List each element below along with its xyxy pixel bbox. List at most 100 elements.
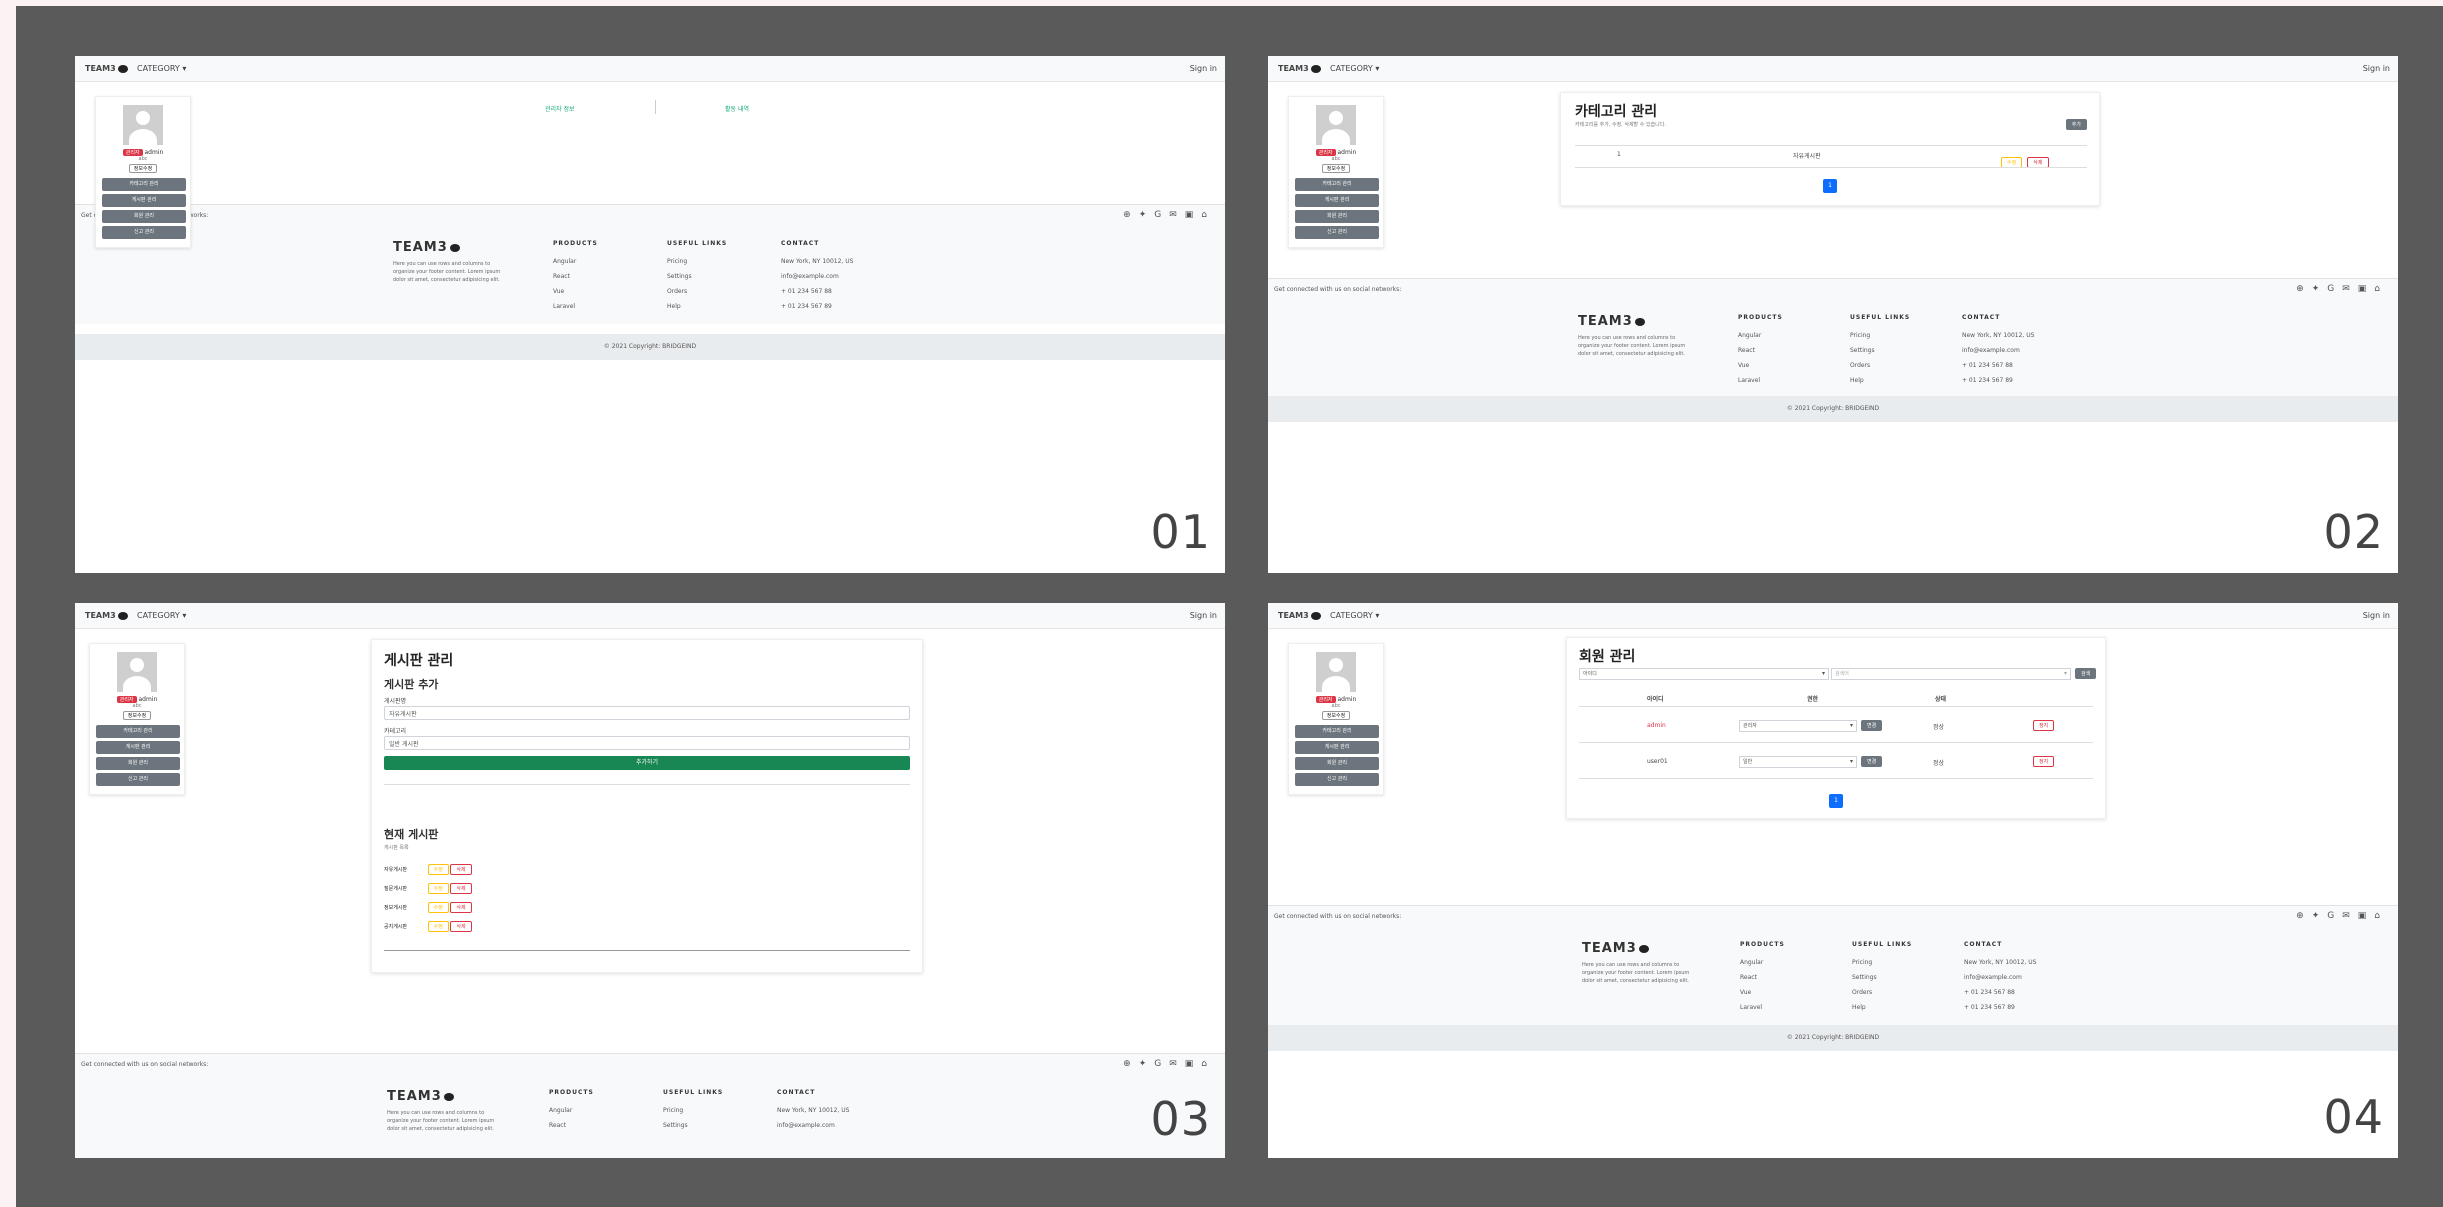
tab-admin-info[interactable]: 관리자 정보 [545, 104, 575, 113]
footer-link[interactable]: Settings [1850, 343, 1910, 358]
sidebar-item-board[interactable]: 게시판 관리 [1295, 741, 1379, 754]
social-icons[interactable]: ⊕✦G✉▣⌂ [1123, 210, 1215, 220]
nav-brand[interactable]: TEAM3 [85, 64, 128, 73]
tab-activity[interactable]: 활동 내역 [725, 104, 749, 113]
change-role-button[interactable]: 변경 [1861, 720, 1883, 731]
sidebar-item-category[interactable]: 카테고리 관리 [1295, 725, 1379, 738]
footer-link[interactable]: Vue [553, 284, 598, 299]
footer-social-text: Get connected with us on social networks… [1274, 286, 1402, 293]
footer-link[interactable]: Pricing [663, 1103, 723, 1118]
footer-link[interactable]: React [553, 269, 598, 284]
add-category-button[interactable]: 추가 [2065, 119, 2087, 130]
footer-link[interactable]: Settings [663, 1118, 723, 1133]
delete-board-button[interactable]: 삭제 [450, 883, 472, 894]
footer: TEAM3 Here you can use rows and columns … [1268, 300, 2398, 396]
footer-link[interactable]: Settings [667, 269, 727, 284]
footer-link[interactable]: Angular [1740, 955, 1785, 970]
delete-board-button[interactable]: 삭제 [450, 921, 472, 932]
pagination-page[interactable]: 1 [1823, 179, 1837, 193]
sidebar-item-reports[interactable]: 신고 관리 [102, 226, 186, 239]
sidebar-item-reports[interactable]: 신고 관리 [96, 773, 180, 786]
sidebar-item-category[interactable]: 카테고리 관리 [102, 178, 186, 191]
edit-board-button[interactable]: 수정 [427, 921, 449, 932]
delete-board-button[interactable]: 삭제 [450, 902, 472, 913]
ban-member-button[interactable]: 정지 [2033, 720, 2055, 731]
ban-member-button[interactable]: 정지 [2033, 756, 2055, 767]
nav-signin-link[interactable]: Sign in [1190, 64, 1217, 73]
sidebar-item-category[interactable]: 카테고리 관리 [96, 725, 180, 738]
nav-category-dropdown[interactable]: CATEGORY ▾ [1330, 64, 1379, 73]
footer-link[interactable]: Orders [1852, 985, 1912, 1000]
sidebar-item-members[interactable]: 회원 관리 [1295, 210, 1379, 223]
edit-profile-button[interactable]: 정보수정 [1321, 711, 1351, 720]
search-button[interactable]: 검색 [2075, 668, 2097, 679]
edit-profile-button[interactable]: 정보수정 [1321, 164, 1351, 173]
nav-brand[interactable]: TEAM3 [1278, 611, 1321, 620]
nav-brand[interactable]: TEAM3 [1278, 64, 1321, 73]
footer-link[interactable]: Laravel [553, 299, 598, 314]
footer-useful-links: USEFUL LINKS Pricing Settings Orders Hel… [1850, 310, 1910, 388]
social-icons[interactable]: ⊕✦G✉▣⌂ [2296, 284, 2388, 294]
chat-icon [1310, 64, 1321, 73]
board-name-input[interactable]: 자유게시판 [384, 706, 910, 720]
footer-link[interactable]: Orders [1850, 358, 1910, 373]
footer-link[interactable]: Vue [1740, 985, 1785, 1000]
footer-link[interactable]: Angular [553, 254, 598, 269]
sidebar-item-category[interactable]: 카테고리 관리 [1295, 178, 1379, 191]
sidebar-item-members[interactable]: 회원 관리 [96, 757, 180, 770]
sidebar-item-board[interactable]: 게시판 관리 [102, 194, 186, 207]
footer-link[interactable]: Help [1852, 1000, 1912, 1015]
footer-link[interactable]: Pricing [1852, 955, 1912, 970]
sidebar-item-board[interactable]: 게시판 관리 [96, 741, 180, 754]
col-state-header: 상태 [1935, 696, 1947, 703]
nav-signin-link[interactable]: Sign in [1190, 611, 1217, 620]
sidebar-item-board[interactable]: 게시판 관리 [1295, 194, 1379, 207]
footer-link[interactable]: React [549, 1118, 594, 1133]
footer-link[interactable]: Vue [1738, 358, 1783, 373]
role-select[interactable]: 일반 [1739, 756, 1857, 768]
footer-link[interactable]: Pricing [1850, 328, 1910, 343]
social-icons[interactable]: ⊕✦G✉▣⌂ [2296, 911, 2388, 921]
panel-member-management: TEAM3 CATEGORY ▾ Sign in 관리자 admin abc 정… [1268, 603, 2398, 1158]
edit-profile-button[interactable]: 정보수정 [128, 164, 158, 173]
nav-brand[interactable]: TEAM3 [85, 611, 128, 620]
pagination-page[interactable]: 1 [1829, 794, 1843, 808]
change-role-button[interactable]: 변경 [1861, 756, 1883, 767]
sidebar-item-members[interactable]: 회원 관리 [102, 210, 186, 223]
add-board-button[interactable]: 추가하기 [384, 756, 910, 770]
footer-link[interactable]: React [1738, 343, 1783, 358]
footer-link[interactable]: Settings [1852, 970, 1912, 985]
social-icons[interactable]: ⊕✦G✉▣⌂ [1123, 1059, 1215, 1069]
footer-link[interactable]: Help [1850, 373, 1910, 388]
footer-link[interactable]: Laravel [1740, 1000, 1785, 1015]
edit-board-button[interactable]: 수정 [427, 902, 449, 913]
sidebar-item-reports[interactable]: 신고 관리 [1295, 226, 1379, 239]
chat-icon [443, 1092, 454, 1101]
footer-link[interactable]: Help [667, 299, 727, 314]
footer-link[interactable]: React [1740, 970, 1785, 985]
nav-category-dropdown[interactable]: CATEGORY ▾ [137, 64, 186, 73]
edit-board-button[interactable]: 수정 [427, 864, 449, 875]
page-title: 회원 관리 [1579, 649, 1636, 665]
navbar: TEAM3 CATEGORY ▾ Sign in [1268, 56, 2398, 82]
sidebar-item-members[interactable]: 회원 관리 [1295, 757, 1379, 770]
footer-link[interactable]: Laravel [1738, 373, 1783, 388]
nav-category-dropdown[interactable]: CATEGORY ▾ [137, 611, 186, 620]
footer-brand: TEAM3 [387, 1089, 454, 1104]
role-select[interactable]: 관리자 [1739, 720, 1857, 732]
board-category-input[interactable]: 일반 게시판 [384, 736, 910, 750]
navbar: TEAM3 CATEGORY ▾ Sign in [1268, 603, 2398, 629]
edit-profile-button[interactable]: 정보수정 [122, 711, 152, 720]
nav-category-dropdown[interactable]: CATEGORY ▾ [1330, 611, 1379, 620]
sidebar-item-reports[interactable]: 신고 관리 [1295, 773, 1379, 786]
search-type-select[interactable]: 아이디 [1579, 668, 1829, 680]
search-input[interactable]: 검색어 [1831, 668, 2071, 680]
nav-signin-link[interactable]: Sign in [2363, 611, 2390, 620]
footer-link[interactable]: Pricing [667, 254, 727, 269]
footer-link[interactable]: Angular [1738, 328, 1783, 343]
delete-board-button[interactable]: 삭제 [450, 864, 472, 875]
footer-link[interactable]: Angular [549, 1103, 594, 1118]
edit-board-button[interactable]: 수정 [427, 883, 449, 894]
footer-link[interactable]: Orders [667, 284, 727, 299]
nav-signin-link[interactable]: Sign in [2363, 64, 2390, 73]
